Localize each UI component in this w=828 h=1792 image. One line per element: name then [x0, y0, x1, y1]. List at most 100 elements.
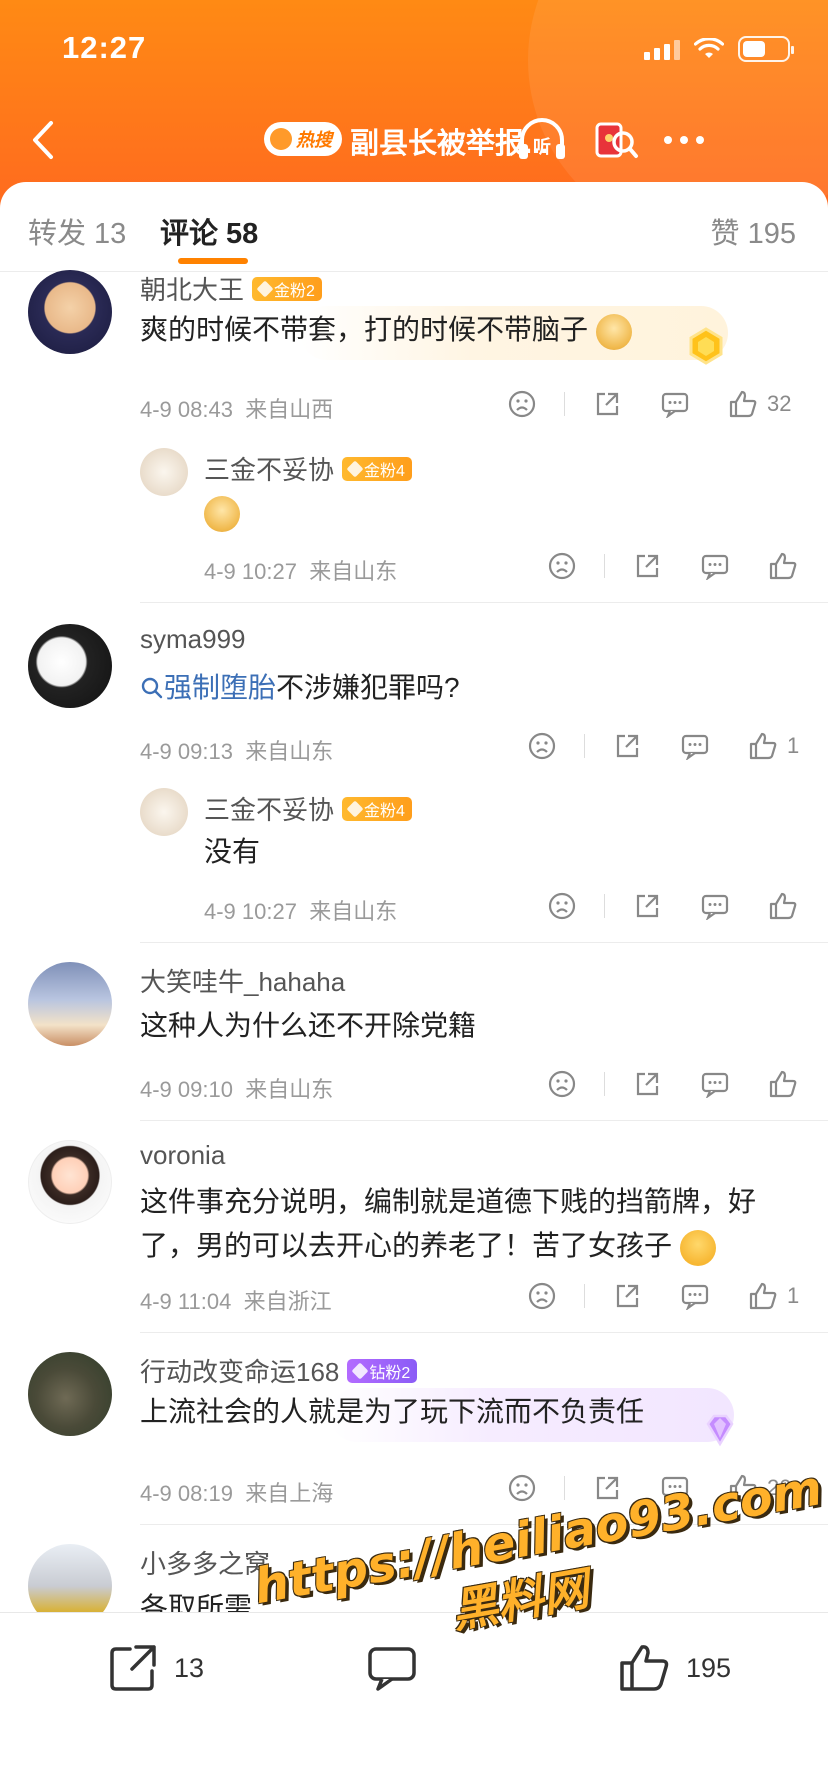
reply-icon[interactable]: [659, 388, 691, 420]
doge-emoji-icon: [204, 495, 240, 532]
share-icon[interactable]: [631, 550, 663, 582]
reply-actions: [546, 546, 799, 586]
comment-actions: 32: [506, 384, 791, 424]
red-packet-search-button[interactable]: [588, 114, 644, 166]
reply-username[interactable]: 三金不妥协 金粉4: [204, 450, 412, 487]
like-count: 1: [787, 1283, 800, 1308]
red-packet-search-icon: [595, 122, 638, 158]
crown-icon: [346, 800, 364, 817]
tab-active-indicator: [178, 258, 248, 264]
reply-meta: 4-9 10:27 来自山东: [204, 559, 398, 584]
comment-text: 爽的时候不带套，打的时候不带脑子: [140, 308, 632, 352]
dislike-icon[interactable]: [546, 890, 578, 922]
dislike-icon[interactable]: [506, 1472, 538, 1504]
bottom-repost-button[interactable]: 13: [108, 1643, 204, 1693]
comment-username[interactable]: 大笑哇牛_hahaha: [140, 962, 345, 999]
crown-icon: [256, 280, 274, 297]
battery-icon: [738, 36, 794, 62]
action-divider: [584, 1284, 585, 1308]
comment-username[interactable]: syma999: [140, 624, 246, 655]
avatar[interactable]: [28, 1140, 112, 1224]
avatar[interactable]: [28, 1352, 112, 1436]
emoji-icon: [679, 1229, 716, 1266]
comment-meta: 4-9 09:10 来自山东: [140, 1077, 334, 1102]
status-icons: [644, 36, 794, 62]
share-icon[interactable]: [611, 730, 643, 762]
bottom-like-button[interactable]: 195: [618, 1643, 731, 1693]
listen-button[interactable]: 听: [514, 114, 570, 166]
comment-divider: [140, 602, 828, 603]
back-button[interactable]: [18, 112, 68, 168]
reply-icon[interactable]: [679, 730, 711, 762]
dislike-icon[interactable]: [546, 550, 578, 582]
reply-avatar[interactable]: [140, 448, 188, 496]
share-icon[interactable]: [631, 890, 663, 922]
comment-divider: [140, 1524, 828, 1525]
tab-comment[interactable]: 评论 58: [160, 210, 258, 252]
dislike-icon[interactable]: [526, 1280, 558, 1312]
action-divider: [604, 1072, 605, 1096]
reply-icon[interactable]: [699, 1068, 731, 1100]
like-icon[interactable]: [767, 550, 799, 582]
action-divider: [564, 1476, 565, 1500]
gold-medal-icon: [689, 327, 723, 365]
status-time: 12:27: [62, 30, 147, 65]
diamond-icon: [351, 1362, 369, 1379]
comment-username[interactable]: 朝北大王 金粉2: [140, 270, 322, 307]
share-icon[interactable]: [591, 1472, 623, 1504]
share-icon[interactable]: [631, 1068, 663, 1100]
comment-divider: [140, 1332, 828, 1333]
reply-username[interactable]: 三金不妥协 金粉4: [204, 790, 412, 827]
like-count: 1: [787, 733, 800, 758]
diamond-medal-icon: [706, 1414, 734, 1447]
comment-username[interactable]: 小多多之窝: [140, 1544, 270, 1581]
like-count: 20: [767, 1475, 792, 1500]
fan-badge: 金粉2: [252, 276, 322, 301]
tab-like[interactable]: 赞 195: [711, 210, 796, 252]
reply-icon[interactable]: [699, 550, 731, 582]
like-icon[interactable]: [767, 890, 799, 922]
bottom-comment-button[interactable]: [366, 1643, 418, 1693]
hot-search-badge[interactable]: 热搜: [264, 122, 342, 156]
avatar[interactable]: [28, 1544, 112, 1612]
crown-icon: [346, 460, 364, 477]
like-icon[interactable]: [747, 730, 779, 762]
share-icon[interactable]: [591, 388, 623, 420]
tab-repost[interactable]: 转发 13: [28, 210, 126, 252]
like-icon[interactable]: [767, 1068, 799, 1100]
reply-icon[interactable]: [659, 1472, 691, 1504]
reply-icon[interactable]: [679, 1280, 711, 1312]
comment-username[interactable]: voronia: [140, 1140, 225, 1171]
like-icon[interactable]: [747, 1280, 779, 1312]
avatar[interactable]: [28, 962, 112, 1046]
action-divider: [564, 392, 565, 416]
reply-avatar[interactable]: [140, 788, 188, 836]
comment-meta: 4-9 08:19 来自上海: [140, 1481, 334, 1506]
like-icon[interactable]: [727, 1472, 759, 1504]
fan-badge: 钻粉2: [347, 1358, 418, 1383]
avatar[interactable]: [28, 270, 112, 354]
reply-text: 没有: [204, 836, 261, 867]
comment-text-line1: 这件事充分说明，编制就是道德下贱的挡箭牌，好: [140, 1186, 757, 1217]
fan-badge: 金粉4: [342, 456, 412, 481]
flame-icon: [270, 128, 292, 150]
comment-username[interactable]: 行动改变命运168 钻粉2: [140, 1352, 418, 1389]
bottom-action-bar: 13 195: [0, 1612, 828, 1792]
dislike-icon[interactable]: [526, 730, 558, 762]
comment-actions: 1: [526, 1276, 799, 1316]
like-icon[interactable]: [727, 388, 759, 420]
dislike-icon[interactable]: [506, 388, 538, 420]
dislike-icon[interactable]: [546, 1068, 578, 1100]
signal-icon: [644, 38, 680, 60]
comment-text: 强制堕胎不涉嫌犯罪吗?: [140, 666, 460, 710]
share-icon: [110, 1645, 156, 1691]
reply-actions: [546, 886, 799, 926]
reply-icon[interactable]: [699, 890, 731, 922]
topic-link[interactable]: 强制堕胎: [164, 672, 276, 703]
comment-actions: 20: [506, 1468, 791, 1508]
more-button[interactable]: [656, 114, 712, 166]
header: 12:27 热搜 副县长被举报... 听: [0, 0, 828, 210]
avatar[interactable]: [28, 624, 112, 708]
share-icon[interactable]: [611, 1280, 643, 1312]
chevron-left-icon: [33, 121, 53, 159]
